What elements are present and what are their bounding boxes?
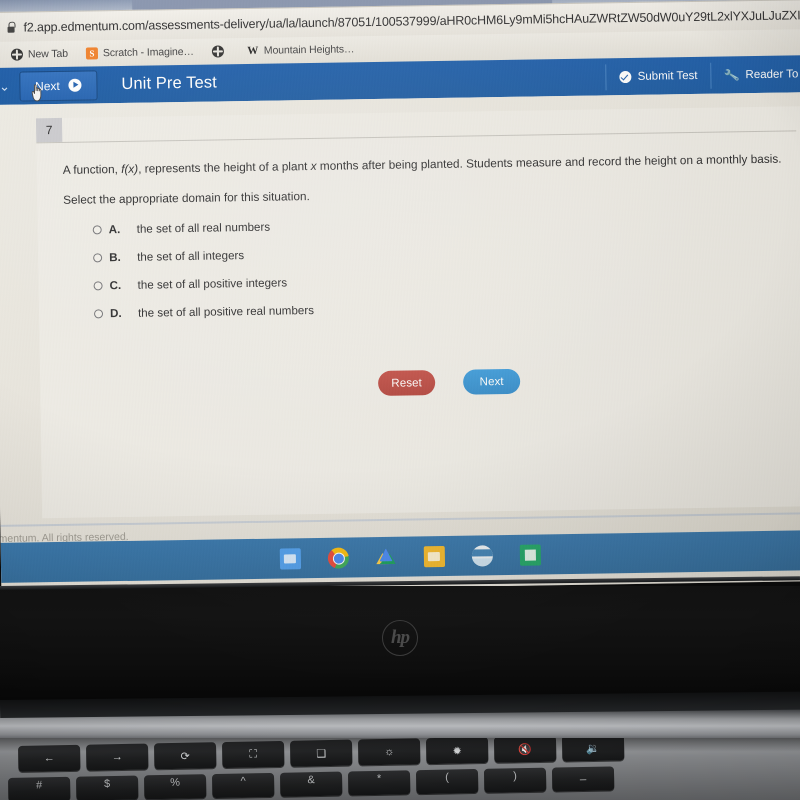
volume-down-key[interactable]: 🔉 [561, 738, 625, 762]
toolbar-actions: Submit Test 🔧 Reader To [605, 55, 800, 95]
check-circle-icon [619, 70, 632, 83]
overview-key[interactable]: ❏ [289, 739, 353, 767]
option-c[interactable]: C. the set of all positive integers [93, 276, 313, 292]
google-sheets-icon[interactable] [519, 543, 541, 566]
option-label: the set of all positive real numbers [137, 303, 315, 320]
stem-text: A function, [62, 161, 122, 177]
lock-icon [6, 22, 15, 33]
option-letter: C. [109, 279, 122, 293]
reset-button[interactable]: Reset [377, 370, 436, 396]
divider [36, 130, 797, 144]
globe-icon [211, 45, 224, 58]
question-number-badge: 7 [35, 117, 63, 143]
number-key-row: # $ % ^ & * ( ) _ [8, 766, 615, 800]
key-caret[interactable]: ^ [211, 772, 275, 799]
question-instruction: Select the appropriate domain for this s… [63, 189, 310, 207]
function-key-row: ← → ⟳ ⛶ ❏ ☼ ✹ 🔇 🔉 [18, 738, 625, 772]
bookmark-new-tab[interactable]: New Tab [5, 46, 74, 63]
reader-tools-button[interactable]: 🔧 Reader To [710, 60, 800, 89]
key-underscore[interactable]: _ [551, 766, 615, 792]
globe-icon [10, 48, 24, 61]
submit-test-button[interactable]: Submit Test [605, 62, 711, 90]
bookmark-label: New Tab [27, 47, 69, 61]
question-stem: A function, f(x), represents the height … [63, 151, 790, 210]
photo-scene: f2.app.edmentum.com/assessments-delivery… [0, 0, 800, 800]
reload-key[interactable]: ⟳ [153, 742, 217, 770]
stem-text: months after being planted. Students mea… [316, 151, 782, 173]
stem-text: , represents the height of a plant [138, 159, 311, 176]
laptop-bezel: hp [0, 576, 800, 704]
submit-test-label: Submit Test [637, 69, 698, 83]
fullscreen-key[interactable]: ⛶ [221, 740, 285, 769]
mute-key[interactable]: 🔇 [493, 738, 557, 763]
key-ampersand[interactable]: & [279, 771, 343, 797]
radio-button[interactable] [93, 309, 104, 319]
key-asterisk[interactable]: * [347, 770, 411, 796]
hp-logo: hp [382, 620, 418, 656]
google-docs-icon[interactable] [279, 547, 301, 570]
bookmark-label: Scratch - Imagine… [102, 45, 194, 60]
option-d[interactable]: D. the set of all positive real numbers [93, 303, 315, 321]
next-button[interactable]: Next [462, 368, 521, 395]
assessment-page-body: 7 A function, f(x), represents the heigh… [0, 92, 800, 545]
toolbar-next-label: Next [34, 78, 60, 93]
bookmark-label: Mountain Heights… [263, 43, 355, 57]
toolbar-next-button[interactable]: Next [19, 69, 98, 102]
url-text[interactable]: f2.app.edmentum.com/assessments-delivery… [23, 8, 800, 34]
key-hash[interactable]: # [8, 776, 71, 800]
google-drive-icon[interactable] [375, 546, 396, 567]
forward-key[interactable]: → [85, 743, 149, 771]
option-a[interactable]: A. the set of all real numbers [92, 220, 313, 237]
reader-tools-label: Reader To [745, 67, 799, 81]
chevron-down-icon[interactable]: ⌄ [0, 78, 16, 94]
radio-button[interactable] [93, 281, 103, 291]
question-actions: Reset Next [377, 368, 521, 396]
option-label: the set of all real numbers [136, 220, 271, 236]
question-stem-line1: A function, f(x), represents the height … [63, 151, 789, 179]
key-dollar[interactable]: $ [75, 775, 139, 800]
brightness-up-key[interactable]: ✹ [425, 738, 489, 765]
option-b[interactable]: B. the set of all integers [93, 248, 313, 264]
option-letter: A. [108, 223, 121, 237]
bookmark-mountain-heights[interactable]: W Mountain Heights… [241, 41, 361, 59]
radio-button[interactable] [93, 253, 103, 263]
key-paren-close[interactable]: ) [483, 767, 547, 793]
radio-button[interactable] [92, 225, 102, 235]
scratch-icon: S [85, 47, 99, 60]
bookmark-scratch[interactable]: S Scratch - Imagine… [80, 44, 200, 62]
laptop-keyboard: ← → ⟳ ⛶ ❏ ☼ ✹ 🔇 🔉 # $ % ^ & * ( ) _ [0, 738, 800, 800]
page-title: Unit Pre Test [121, 73, 218, 93]
back-key[interactable]: ← [18, 744, 81, 772]
brightness-down-key[interactable]: ☼ [357, 738, 421, 766]
key-percent[interactable]: % [143, 774, 207, 800]
answer-options: A. the set of all real numbers B. the se… [92, 220, 315, 321]
wrench-icon: 🔧 [723, 66, 741, 84]
option-letter: D. [109, 307, 122, 321]
question-card: 7 A function, f(x), represents the heigh… [35, 106, 800, 519]
bookmark-unnamed[interactable] [206, 43, 235, 59]
circle-arrow-right-icon [68, 78, 82, 92]
key-paren-open[interactable]: ( [415, 768, 479, 795]
mail-icon[interactable] [471, 544, 493, 567]
option-letter: B. [109, 251, 121, 265]
google-chrome-icon[interactable] [327, 546, 349, 569]
option-label: the set of all positive integers [137, 276, 288, 292]
google-slides-icon[interactable] [423, 545, 445, 567]
option-label: the set of all integers [137, 249, 245, 264]
laptop-screen: f2.app.edmentum.com/assessments-delivery… [0, 0, 800, 594]
wasatch-w-icon: W [247, 44, 259, 57]
function-notation: f(x) [121, 161, 139, 176]
